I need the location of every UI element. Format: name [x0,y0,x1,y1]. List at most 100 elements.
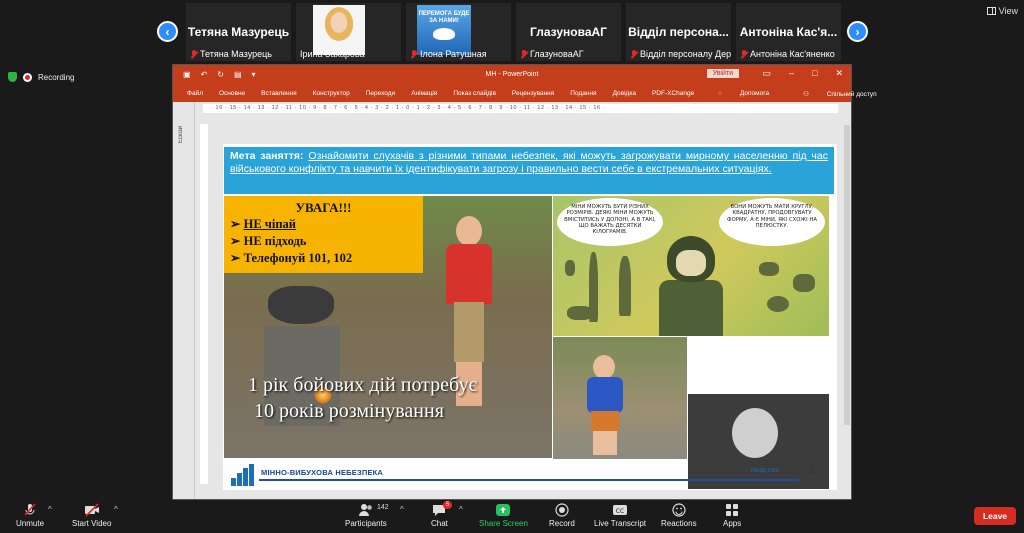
view-label: View [998,6,1018,16]
chevron-left-icon: ‹ [165,24,170,39]
participant-name-large: Антоніна Кас'я... [739,25,838,39]
logo-bar [249,464,254,486]
mic-muted-icon [410,49,418,59]
share-screen-button[interactable]: Share Screen [479,503,528,528]
tab-view[interactable]: Подання [562,90,604,97]
chevron-up-icon[interactable]: ^ [459,505,463,514]
tab-file[interactable]: Файл [179,90,211,97]
reactions-label: Reactions [661,519,697,528]
record-dot-icon [23,72,32,82]
tab-slideshow[interactable]: Показ слайдів [445,90,504,97]
logo-bar [231,478,236,486]
logo-bar [243,468,248,486]
slide-canvas[interactable]: Мета заняття: Ознайомити слухачів з різн… [223,144,837,490]
record-button[interactable]: Record [549,503,575,528]
tab-home[interactable]: Основне [211,90,253,97]
share-screen-label: Share Screen [479,519,528,528]
share-button[interactable]: ⚇ Спільний доступ [787,90,893,98]
chevron-right-icon: › [855,24,860,39]
footer-url: ntudp.com [751,468,780,474]
apps-label: Apps [723,519,742,528]
chevron-up-icon[interactable]: ^ [48,505,52,514]
tell-me-search[interactable]: ◌ Допомога [702,90,785,97]
share-screen-icon [496,504,511,516]
photo-child-with-stove: УВАГА!!! ➢ НЕ чіпай ➢ НЕ підходь ➢ Телеф… [224,196,552,458]
tab-design[interactable]: Конструктор [305,90,358,97]
tab-transitions[interactable]: Переходи [358,90,403,97]
mines-comic-illustration: МІНИ МОЖУТЬ БУТИ РІЗНИХ РОЗМІРІВ. ДЕЯКІ … [553,196,829,336]
mic-muted-icon [24,503,36,516]
close-icon[interactable]: ✕ [835,68,843,79]
goal-label: Мета заняття: [230,150,304,162]
start-video-button[interactable]: Start Video [72,503,111,528]
cauldron [268,286,334,324]
warning-item: ➢ НЕ підходь [230,234,307,248]
unmute-button[interactable]: Unmute [16,503,44,528]
warning-title: УВАГА!!! [295,200,352,215]
warning-item-text: НЕ чіпай [243,217,296,231]
tab-pdf-xchange[interactable]: PDF-XChange [644,90,702,97]
toddler-shirt [587,377,623,413]
participant-label: Ілона Ратушная [410,49,487,59]
tab-help[interactable]: Довідка [605,90,644,97]
footer-title: МІННО-ВИБУХОВА НЕБЕЗПЕКА [261,468,384,477]
apps-icon [726,504,739,516]
chevron-up-icon[interactable]: ^ [114,505,118,514]
participant-tile[interactable]: ГлазуноваАГ ГлазуноваАГ [516,3,621,61]
participant-tile[interactable]: Антоніна Кас'я... Антоніна Кас'яненко [736,3,841,61]
participant-label: ГлазуноваАГ [520,49,584,59]
meeting-toolbar: Unmute ^ Start Video ^ Participants 142 … [0,500,1024,533]
svg-text:CC: CC [616,508,624,515]
chat-label: Chat [431,519,448,528]
security-shield-icon [8,72,17,82]
live-transcript-button[interactable]: CC Live Transcript [594,503,646,528]
editing-area: Ескізи · 16 · 15 · 14 · 13 · 12 · 11 · 1… [173,102,851,499]
participant-name: Ірина Захарова [300,49,365,59]
character-face [676,250,706,276]
character-body [659,280,723,336]
participant-name-large: Відділ персона... [628,25,729,39]
tab-review[interactable]: Рецензування [504,90,562,97]
mine-icon [567,306,593,320]
participant-tile[interactable]: Відділ персона... Відділ персоналу Дер..… [626,3,731,61]
participant-name-large: Тетяна Мазурець [187,25,290,39]
leave-button[interactable]: Leave [974,507,1016,525]
share-label: Спільний доступ [826,90,877,98]
logo-bar [237,473,242,486]
participant-tile[interactable]: Ірина Захарова [296,3,401,61]
scrollbar-thumb[interactable] [844,125,850,425]
ppt-titlebar: ▣ ↶ ↻ ▤ ▾ МН - PowerPoint Увійти ▭ – □ ✕ [173,65,851,85]
tab-insert[interactable]: Вставлення [253,90,305,97]
person-icon: ⚇ [803,90,811,98]
prev-page-button[interactable]: ‹ [157,21,178,42]
reactions-button[interactable]: Reactions [661,503,697,528]
view-button[interactable]: View [986,6,1018,16]
maximize-icon[interactable]: □ [812,68,817,79]
ribbon-display-icon[interactable]: ▭ [762,68,771,79]
participants-count: 142 [377,504,389,511]
live-transcript-label: Live Transcript [594,519,647,528]
signin-button[interactable]: Увійти [706,69,739,78]
speech-bubble: ВОНИ МОЖУТЬ МАТИ КРУГЛУ, КВАДРАТНУ, ПРОД… [719,198,825,246]
warning-item: ➢ Телефонуй 101, 102 [230,251,353,265]
apps-button[interactable]: Apps [723,503,741,528]
toddler-shorts [591,411,619,431]
mine-icon [793,274,815,292]
chat-unread-badge: 5 [443,501,453,509]
chevron-up-icon[interactable]: ^ [400,505,404,514]
thumbnails-pane[interactable]: Ескізи [173,102,195,499]
participant-tile[interactable]: ПЕРЕМОГА БУДЕ ЗА НАМИ! Ілона Ратушная [406,3,511,61]
mine-icon [767,296,789,312]
minimize-icon[interactable]: – [789,68,794,79]
tell-me-label: Допомога [739,90,770,97]
participant-name: ГлазуноваАГ [530,49,584,59]
participant-tile[interactable]: Тетяна Мазурець Тетяна Мазурець [186,3,291,61]
mine-icon [565,260,575,276]
vertical-scrollbar[interactable] [843,117,851,499]
tab-animations[interactable]: Анімація [403,90,445,97]
goal-box: Мета заняття: Ознайомити слухачів з різн… [224,147,834,194]
poster-text: ПЕРЕМОГА БУДЕ ЗА НАМИ! [418,11,470,24]
next-page-button[interactable]: › [847,21,868,42]
warning-item-text: НЕ підходь [243,234,307,248]
mine-icon [759,262,779,276]
